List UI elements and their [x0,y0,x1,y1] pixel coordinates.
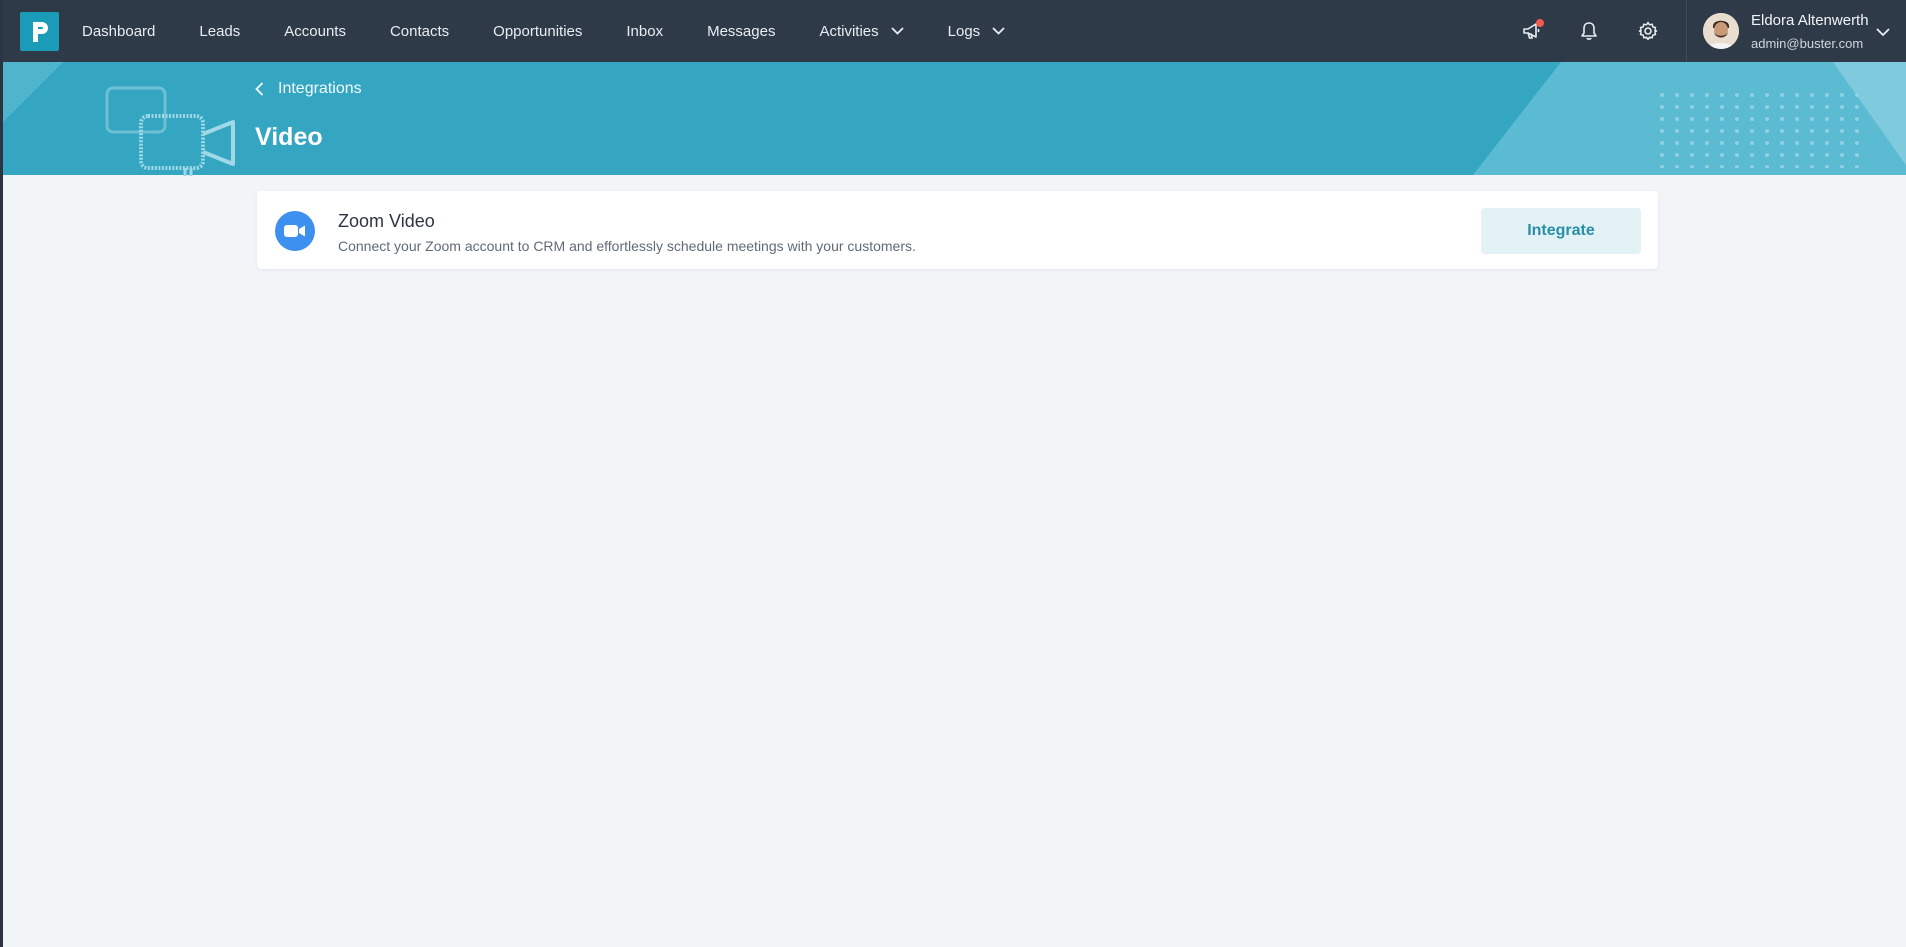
nav-item-logs[interactable]: Logs [948,23,1006,40]
main-nav: Dashboard Leads Accounts Contacts Opport… [82,0,1049,62]
nav-item-label: Accounts [284,22,346,40]
avatar [1703,13,1739,49]
nav-item-messages[interactable]: Messages [707,23,775,40]
nav-item-accounts[interactable]: Accounts [284,23,346,40]
announcements-button[interactable] [1521,19,1544,42]
page-header-banner [3,62,1906,175]
nav-item-label: Leads [199,22,241,40]
app-logo[interactable] [20,12,59,51]
integrate-button[interactable]: Integrate [1481,208,1641,254]
top-navbar: Dashboard Leads Accounts Contacts Opport… [3,0,1906,62]
chevron-down-icon[interactable] [1876,24,1890,42]
nav-item-inbox[interactable]: Inbox [626,23,663,40]
nav-item-activities[interactable]: Activities [819,22,904,40]
nav-item-leads[interactable]: Leads [199,23,240,40]
notifications-button[interactable] [1578,20,1600,42]
nav-item-label: Dashboard [82,22,156,40]
back-link[interactable]: Integrations [255,80,362,98]
integration-card: Zoom Video Connect your Zoom account to … [257,191,1658,269]
nav-item-label: Activities [819,22,879,40]
breadcrumb: Integrations [278,80,362,97]
nav-item-label: Logs [947,22,981,40]
header-divider [1686,0,1687,62]
gear-icon [1638,21,1658,41]
video-chat-icon [105,86,235,176]
nav-item-opportunities[interactable]: Opportunities [493,23,582,40]
nav-item-label: Opportunities [493,22,583,40]
bell-icon [1581,22,1597,40]
nav-item-label: Contacts [389,22,450,40]
logo-icon [32,21,48,42]
video-camera-icon [275,211,315,251]
nav-item-label: Messages [707,22,776,40]
dot-pattern [1659,92,1869,168]
chevron-down-icon [992,27,1005,35]
settings-button[interactable] [1637,20,1659,42]
nav-item-contacts[interactable]: Contacts [390,23,449,40]
chevron-left-icon [255,82,264,96]
user-name: Eldora Altenwerth [1751,11,1869,29]
user-email: admin@buster.com [1751,35,1864,51]
nav-item-label: Inbox [626,22,664,40]
nav-item-dashboard[interactable]: Dashboard [82,23,155,40]
user-menu[interactable]: Eldora Altenwerth admin@buster.com [1703,0,1869,62]
notification-dot [1536,19,1544,27]
page-title: Video [255,123,323,151]
integration-name: Zoom Video [338,211,435,231]
integration-description: Connect your Zoom account to CRM and eff… [338,238,916,254]
chevron-down-icon [891,27,904,35]
banner-decoration [3,62,63,122]
